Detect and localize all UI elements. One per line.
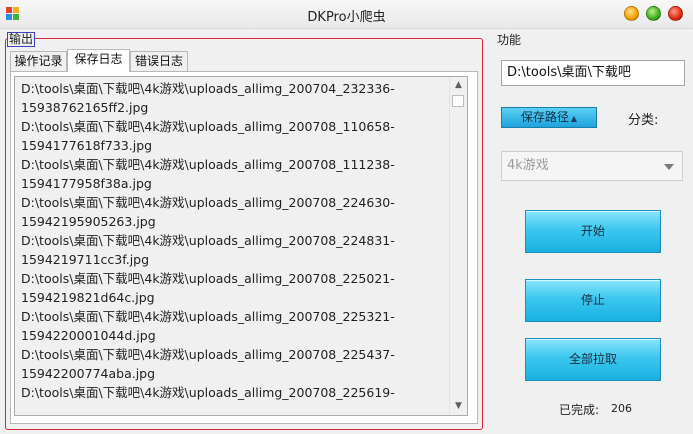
- completed-count: 206: [611, 402, 632, 415]
- grab-all-button[interactable]: 全部拉取: [525, 338, 661, 381]
- log-line: 15942200774aba.jpg: [21, 366, 156, 381]
- title-bar: DKPro小爬虫: [0, 0, 693, 29]
- save-path-input[interactable]: D:\tools\桌面\下载吧: [501, 60, 685, 86]
- log-line: 1594177618f733.jpg: [21, 138, 153, 153]
- save-path-button[interactable]: 保存路径 ▲: [501, 107, 597, 128]
- log-line: D:\tools\桌面\下载吧\4k游戏\uploads_allimg_2007…: [21, 119, 395, 134]
- log-line: 15938762165ff2.jpg: [21, 100, 149, 115]
- category-select[interactable]: 4k游戏: [501, 151, 683, 181]
- close-icon: [669, 7, 682, 20]
- save-log-textbox[interactable]: D:\tools\桌面\下载吧\4k游戏\uploads_allimg_2007…: [14, 76, 468, 416]
- log-line: D:\tools\桌面\下载吧\4k游戏\uploads_allimg_2007…: [21, 385, 395, 400]
- stop-button[interactable]: 停止: [525, 279, 661, 322]
- log-line: 1594177958f38a.jpg: [21, 176, 152, 191]
- log-line: D:\tools\桌面\下载吧\4k游戏\uploads_allimg_2007…: [21, 157, 395, 172]
- output-group-legend: 输出: [7, 32, 36, 47]
- dropdown-arrow-icon: ▲: [570, 114, 578, 123]
- category-label: 分类:: [628, 113, 659, 128]
- scroll-up-arrow-icon[interactable]: ▲: [450, 77, 467, 94]
- log-line: D:\tools\桌面\下载吧\4k游戏\uploads_allimg_2007…: [21, 81, 395, 96]
- minimize-button[interactable]: [624, 6, 639, 21]
- log-line: D:\tools\桌面\下载吧\4k游戏\uploads_allimg_2007…: [21, 271, 395, 286]
- maximize-button[interactable]: [646, 6, 661, 21]
- log-scrollbar[interactable]: ▲ ▼: [449, 77, 467, 415]
- category-select-value: 4k游戏: [507, 158, 549, 173]
- save-path-button-label: 保存路径: [520, 110, 569, 124]
- completed-label: 已完成:: [559, 403, 600, 417]
- tab-error-log[interactable]: 错误日志: [130, 51, 188, 71]
- log-line: 15942195905263.jpg: [21, 214, 156, 229]
- close-button[interactable]: [668, 6, 683, 21]
- save-log-text: D:\tools\桌面\下载吧\4k游戏\uploads_allimg_2007…: [21, 79, 451, 402]
- log-line: D:\tools\桌面\下载吧\4k游戏\uploads_allimg_2007…: [21, 195, 395, 210]
- log-line: 1594220001044d.jpg: [21, 328, 156, 343]
- maximize-icon: [647, 7, 660, 20]
- chevron-down-icon: [664, 164, 674, 170]
- log-line: D:\tools\桌面\下载吧\4k游戏\uploads_allimg_2007…: [21, 309, 395, 324]
- start-button[interactable]: 开始: [525, 210, 661, 253]
- minimize-icon: [625, 7, 638, 20]
- function-group-legend: 功能: [497, 33, 522, 47]
- tab-save-log[interactable]: 保存日志: [67, 49, 130, 72]
- tab-operation-log[interactable]: 操作记录: [10, 51, 67, 71]
- log-line: 1594219821d64c.jpg: [21, 290, 155, 305]
- scroll-down-arrow-icon[interactable]: ▼: [450, 398, 467, 415]
- log-line: D:\tools\桌面\下载吧\4k游戏\uploads_allimg_2007…: [21, 233, 395, 248]
- log-line: D:\tools\桌面\下载吧\4k游戏\uploads_allimg_2007…: [21, 347, 395, 362]
- scroll-thumb[interactable]: [452, 95, 464, 107]
- window-title: DKPro小爬虫: [307, 10, 386, 25]
- log-line: 1594219711cc3f.jpg: [21, 252, 150, 267]
